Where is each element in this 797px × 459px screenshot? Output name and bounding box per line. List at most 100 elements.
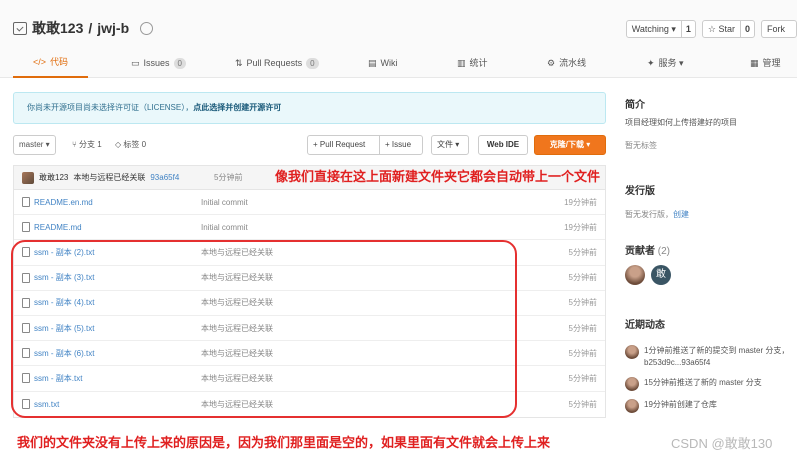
stats-icon: ▥ xyxy=(457,58,466,68)
intro-title: 简介 xyxy=(625,100,645,111)
tab-pipeline[interactable]: ⚙ 流水线 xyxy=(547,48,586,78)
manage-icon: ▦ xyxy=(750,58,759,68)
avatar xyxy=(22,171,34,184)
tab-label: Issues xyxy=(143,58,170,68)
license-notice: 你尚未开源项目尚未选择许可证（LICENSE），点此选择并创建开源许可 xyxy=(13,92,606,124)
file-time: 19分钟前 xyxy=(564,197,597,207)
file-name[interactable]: README.en.md xyxy=(34,198,93,207)
release-empty: 暂无发行版，创建 xyxy=(625,209,797,220)
file-icon xyxy=(22,197,30,208)
branches-count: 分支 1 xyxy=(79,140,102,149)
repo-actions: Watching ▾ 1 ☆ Star 0 Fork xyxy=(625,20,797,38)
contributors-label: 贡献者 xyxy=(625,246,655,257)
avatar xyxy=(625,399,639,413)
tab-count: 0 xyxy=(306,57,319,69)
annotation-bottom: 我们的文件夹没有上传上来的原因是，因为我们那里面是空的，如果里面有文件就会上传上… xyxy=(17,436,551,451)
file-row[interactable]: README.md Initial commit 19分钟前 xyxy=(14,215,605,241)
commit-author[interactable]: 敢敢123 xyxy=(39,172,68,183)
activity-text[interactable]: 15分钟前推送了新的 master 分支 xyxy=(644,377,762,391)
file-time: 5分钟前 xyxy=(568,348,597,358)
branches-link[interactable]: ⑂ 分支 1 xyxy=(72,135,102,155)
no-tags-text: 暂无标签 xyxy=(625,141,657,150)
watch-label: Watching ▾ xyxy=(631,24,676,34)
create-release-link[interactable]: 创建 xyxy=(673,210,689,219)
contributors-section: 贡献者 (2) 敢 xyxy=(625,242,797,285)
code-icon: </> xyxy=(32,57,46,67)
tab-stats[interactable]: ▥ 统计 xyxy=(457,48,488,78)
create-license-link[interactable]: 点此选择并创建开源许可 xyxy=(193,103,281,112)
activity-text[interactable]: 1分钟前推送了新的提交到 master 分支，b253d9c...93a65f4 xyxy=(644,345,797,369)
repo-toolbar: master ▾ ⑂ 分支 1 ◇ 标签 0 + Pull Request + … xyxy=(13,135,606,157)
repo-separator: / xyxy=(88,20,93,36)
tab-label: 代码 xyxy=(50,57,69,67)
file-time: 5分钟前 xyxy=(568,373,597,383)
tab-label: 统计 xyxy=(469,58,488,68)
file-commit-message[interactable]: Initial commit xyxy=(201,223,248,232)
commit-time: 5分钟前 xyxy=(214,173,243,182)
avatar[interactable]: 敢 xyxy=(651,265,671,285)
repo-owner-link[interactable]: 敢敢123 xyxy=(32,18,83,38)
clone-download-button[interactable]: 克隆/下载 ▾ xyxy=(534,135,606,155)
annotation-top: 像我们直接在这上面新建文件夹它都会自动带上一个文件 xyxy=(275,170,601,185)
new-issue-button[interactable]: + Issue xyxy=(379,135,423,155)
new-pull-request-button[interactable]: + Pull Request xyxy=(307,135,380,155)
activity-list: 1分钟前推送了新的提交到 master 分支，b253d9c...93a65f4… xyxy=(625,345,797,413)
file-commit-message[interactable]: Initial commit xyxy=(201,198,248,207)
release-title: 发行版 xyxy=(625,186,655,197)
activity-text[interactable]: 19分钟前创建了仓库 xyxy=(644,399,717,413)
fork-label: Fork xyxy=(767,24,785,34)
watch-button[interactable]: Watching ▾ 1 xyxy=(625,20,696,38)
tab-label: 流水线 xyxy=(559,58,587,68)
activity-item: 19分钟前创建了仓库 xyxy=(625,399,797,413)
tab-issues[interactable]: ▭ Issues 0 xyxy=(131,48,186,78)
repo-name-link[interactable]: jwj-b xyxy=(97,20,129,36)
star-label: ☆ Star xyxy=(707,24,735,34)
pipeline-icon: ⚙ xyxy=(547,58,556,68)
no-release-text: 暂无发行版， xyxy=(625,210,673,219)
file-time: 5分钟前 xyxy=(568,298,597,308)
repo-tabs: </> 代码 ▭ Issues 0 ⇅ Pull Requests 0 ▤ Wi… xyxy=(0,48,797,78)
activity-section: 近期动态 1分钟前推送了新的提交到 master 分支，b253d9c...93… xyxy=(625,316,797,421)
repo-badge-icon xyxy=(140,21,154,35)
file-time: 19分钟前 xyxy=(564,222,597,232)
file-name[interactable]: README.md xyxy=(34,223,82,232)
contributors-list: 敢 xyxy=(625,265,797,285)
branch-icon: ⑂ xyxy=(72,140,80,149)
avatar[interactable] xyxy=(625,265,645,285)
tab-services[interactable]: ✦ 服务 ▾ xyxy=(647,48,684,78)
activity-item: 1分钟前推送了新的提交到 master 分支，b253d9c...93a65f4 xyxy=(625,345,797,369)
avatar xyxy=(625,377,639,391)
intro-text: 项目经理如何上传搭建好的项目 xyxy=(625,118,737,127)
tab-pull-requests[interactable]: ⇅ Pull Requests 0 xyxy=(235,48,319,78)
contributors-title: 贡献者 (2) xyxy=(625,242,797,257)
tab-manage[interactable]: ▦ 管理 xyxy=(750,48,781,78)
repo-title: 敢敢123 / jwj-b xyxy=(13,18,154,38)
branch-select[interactable]: master ▾ xyxy=(13,135,56,155)
contributors-count: (2) xyxy=(657,246,671,257)
tab-label: Wiki xyxy=(380,58,398,68)
issues-icon: ▭ xyxy=(131,58,140,68)
star-button[interactable]: ☆ Star 0 xyxy=(701,20,755,38)
activity-item: 15分钟前推送了新的 master 分支 xyxy=(625,377,797,391)
commit-message[interactable]: 本地与远程已经关联 xyxy=(73,172,145,183)
activity-title: 近期动态 xyxy=(625,320,665,331)
star-count: 0 xyxy=(739,21,754,37)
intro-section: 简介 项目经理如何上传搭建好的项目 暂无标签 xyxy=(625,96,797,151)
tab-label: Pull Requests xyxy=(246,58,303,68)
file-time: 5分钟前 xyxy=(568,399,597,409)
commit-hash[interactable]: 93a65f4 xyxy=(150,173,179,182)
file-dropdown[interactable]: 文件 ▾ xyxy=(431,135,469,155)
tab-wiki[interactable]: ▤ Wiki xyxy=(368,48,398,78)
tab-label: 管理 xyxy=(762,58,781,68)
watch-count: 1 xyxy=(680,21,695,37)
pull-request-icon: ⇅ xyxy=(235,58,243,68)
repo-header: 敢敢123 / jwj-b Watching ▾ 1 ☆ Star 0 Fork… xyxy=(0,0,797,78)
wiki-icon: ▤ xyxy=(368,58,377,68)
license-text: 你尚未开源项目尚未选择许可证（LICENSE）， xyxy=(27,103,194,112)
web-ide-button[interactable]: Web IDE xyxy=(478,135,528,155)
file-row[interactable]: README.en.md Initial commit 19分钟前 xyxy=(14,190,605,216)
avatar xyxy=(625,345,639,359)
fork-button[interactable]: Fork xyxy=(761,20,797,38)
tab-code[interactable]: </> 代码 xyxy=(13,48,88,78)
tags-link[interactable]: ◇ 标签 0 xyxy=(115,135,146,155)
